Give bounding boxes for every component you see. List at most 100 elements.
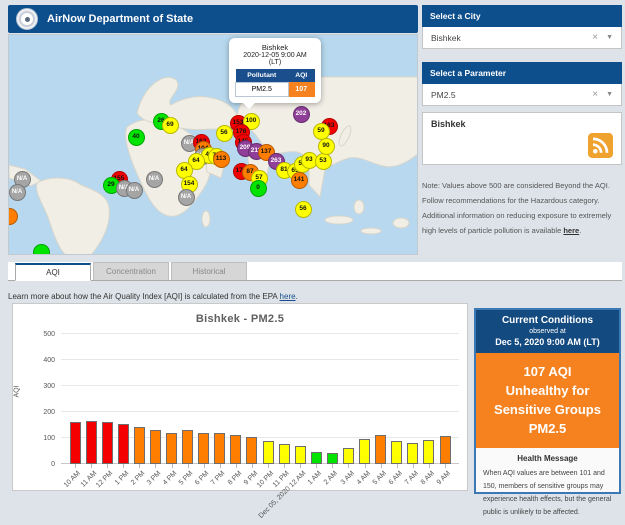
popup-arrow (243, 103, 255, 115)
chart-x-tick-label: 4 PM (162, 470, 179, 487)
aqi-bar[interactable] (263, 441, 274, 464)
app-title: AirNow Department of State (47, 13, 193, 25)
aqi-bar[interactable] (391, 441, 402, 464)
chart-x-tick-label: 3 PM (146, 470, 163, 487)
rss-city-title: Bishkek (431, 119, 613, 129)
aqi-bar[interactable] (343, 448, 354, 464)
tab-concentration[interactable]: Concentration (93, 262, 169, 280)
aqi-bar[interactable] (198, 433, 209, 464)
chart-x-tick-label: 6 AM (387, 470, 403, 486)
health-message-text: When AQI values are between 101 and 150,… (483, 467, 612, 519)
aqi-map-marker[interactable]: 141 (291, 172, 308, 189)
aqi-bar[interactable] (246, 437, 257, 464)
aqi-bar[interactable] (407, 443, 418, 464)
parameter-select[interactable]: PM2.5 × ▼ (422, 84, 622, 106)
chart-y-tick-label: 100 (25, 435, 55, 442)
aqi-map-marker[interactable]: 40 (128, 129, 145, 146)
aqi-map-marker[interactable]: 113 (213, 151, 230, 168)
epa-here-link[interactable]: here (280, 292, 296, 301)
world-map[interactable]: N/AN/A15529N/AN/AN/A402669N/A162104N/A46… (8, 34, 418, 255)
aqi-map-marker[interactable]: N/A (9, 184, 26, 201)
aqi-map-marker[interactable]: N/A (146, 171, 163, 188)
chart-x-tick-label: 10 PM (256, 470, 275, 489)
aqi-bar[interactable] (359, 439, 370, 464)
rss-panel: Bishkek (422, 112, 622, 165)
aqi-category: Unhealthy for Sensitive Groups (482, 382, 613, 420)
aqi-map-marker[interactable]: N/A (126, 182, 143, 199)
aqi-map-marker[interactable]: 0 (250, 180, 267, 197)
rss-icon[interactable] (588, 133, 613, 158)
chart-x-tick-label: 7 AM (404, 470, 420, 486)
aqi-map-marker[interactable]: 69 (162, 117, 179, 134)
city-caret-icon[interactable]: ▼ (606, 34, 613, 41)
aqi-bar[interactable] (166, 433, 177, 464)
aqi-bar[interactable] (134, 427, 145, 464)
aqi-bar[interactable] (375, 435, 386, 464)
chart-x-tick-label: 5 PM (178, 470, 195, 487)
chart-x-tick (413, 464, 414, 468)
aqi-bar[interactable] (295, 446, 306, 464)
note-here-link[interactable]: here (563, 226, 579, 235)
aqi-bar[interactable] (214, 433, 225, 464)
health-message-title: Health Message (483, 454, 612, 463)
aqi-bar[interactable] (182, 430, 193, 464)
tab-bar: AQI Concentration Historical (8, 262, 622, 281)
chart-plot-area: 010020030040050010 AM11 AM12 PM1 PM2 PM3… (61, 334, 459, 464)
aqi-bar[interactable] (70, 422, 81, 464)
map-land-shapes (9, 35, 418, 255)
aqi-bar[interactable] (150, 430, 161, 464)
clear-city-icon[interactable]: × (592, 32, 598, 43)
chart-x-tick (123, 464, 124, 468)
aqi-map-marker[interactable]: 53 (315, 153, 332, 170)
chart-x-tick (75, 464, 76, 468)
chart-y-tick-label: 200 (25, 409, 55, 416)
tab-aqi[interactable]: AQI (15, 263, 91, 281)
aqi-map-marker[interactable]: N/A (178, 189, 195, 206)
aqi-bar[interactable] (423, 440, 434, 464)
chart-x-tick (316, 464, 317, 468)
aqi-bar[interactable] (102, 422, 113, 464)
chart-x-tick (220, 464, 221, 468)
parameter-select-label: Select a Parameter (422, 62, 622, 84)
chart-x-tick (172, 464, 173, 468)
chart-y-tick-label: 0 (25, 461, 55, 468)
parameter-caret-icon[interactable]: ▼ (606, 91, 613, 98)
chart-x-tick-label: 12 PM (95, 470, 114, 489)
aqi-map-marker[interactable]: 90 (318, 138, 335, 155)
tab-historical[interactable]: Historical (171, 262, 247, 280)
aqi-bar[interactable] (279, 444, 290, 464)
clear-parameter-icon[interactable]: × (592, 89, 598, 100)
aqi-bar[interactable] (118, 424, 129, 464)
city-select-label: Select a City (422, 5, 622, 27)
popup-timezone: (LT) (233, 59, 317, 66)
learn-more-text: Learn more about how the Air Quality Ind… (8, 292, 298, 301)
aqi-map-marker[interactable]: 202 (293, 106, 310, 123)
chart-x-tick (107, 464, 108, 468)
chart-x-tick (397, 464, 398, 468)
city-select[interactable]: Bishkek × ▼ (422, 27, 622, 49)
aqi-bar[interactable] (327, 453, 338, 464)
chart-x-tick-label: 2 AM (323, 470, 339, 486)
chart-x-tick (300, 464, 301, 468)
aqi-bar[interactable] (311, 452, 322, 464)
popup-col-aqi: AQI (288, 69, 315, 83)
app-header: AirNow Department of State (8, 5, 418, 33)
aqi-map-marker[interactable]: 56 (295, 201, 312, 218)
chart-x-tick (139, 464, 140, 468)
current-conditions-header: Current Conditions observed at Dec 5, 20… (476, 310, 619, 353)
aqi-map-marker[interactable] (33, 244, 50, 256)
aqi-map-marker[interactable]: 59 (313, 123, 330, 140)
chart-x-tick-label: 7 PM (210, 470, 227, 487)
aqi-bar[interactable] (86, 421, 97, 464)
popup-col-pollutant: Pollutant (236, 69, 289, 83)
chart-x-tick-label: 4 AM (355, 470, 371, 486)
chart-y-axis-label: AQI (14, 385, 21, 397)
chart-y-tick-label: 500 (25, 331, 55, 338)
popup-aqi-value: 107 (288, 83, 315, 97)
chart-x-tick (188, 464, 189, 468)
current-conditions-panel: Current Conditions observed at Dec 5, 20… (474, 308, 621, 494)
parameter-select-panel: Select a Parameter PM2.5 × ▼ (422, 62, 622, 106)
city-select-panel: Select a City Bishkek × ▼ (422, 5, 622, 49)
aqi-bar[interactable] (440, 436, 451, 464)
aqi-bar[interactable] (230, 435, 241, 464)
